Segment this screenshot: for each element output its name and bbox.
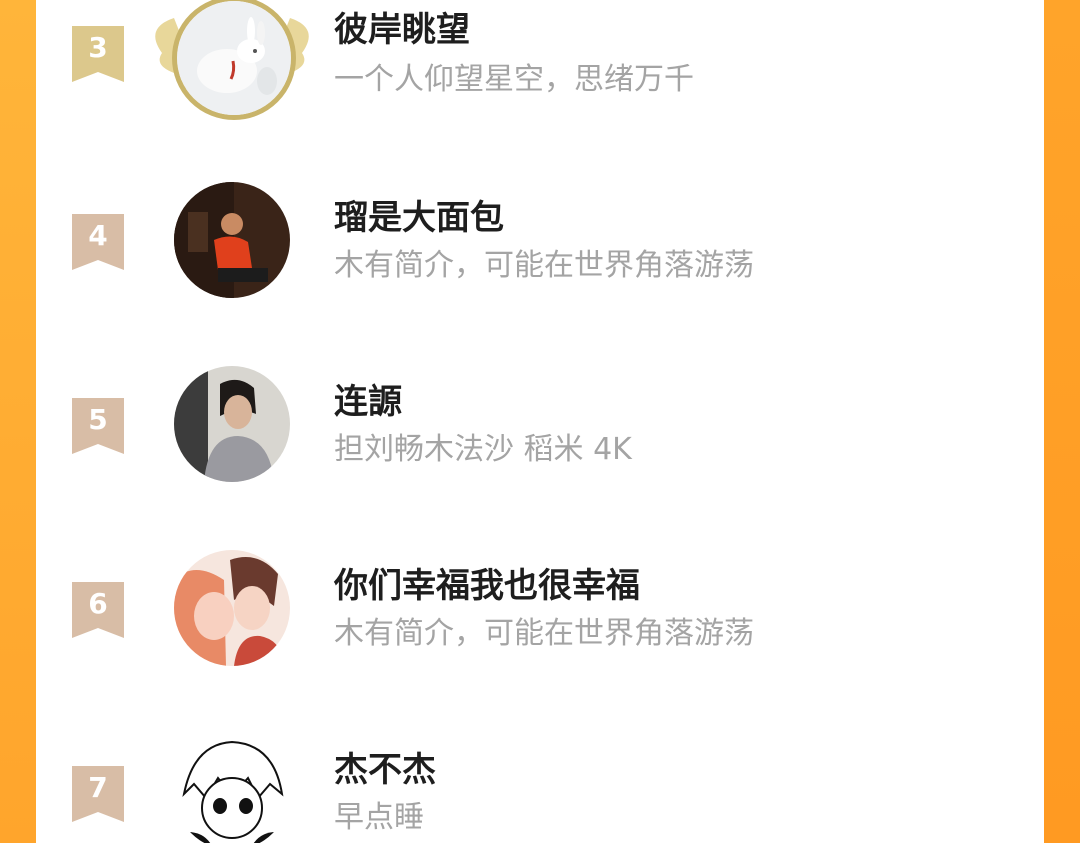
avatar[interactable] [174, 734, 290, 843]
list-item[interactable]: 7 杰不杰 早点睡 [36, 726, 1044, 843]
avatar[interactable] [174, 182, 290, 298]
list-item[interactable]: 5 连謜 担刘畅木法沙 稻米 4K [36, 358, 1044, 508]
rank-badge: 7 [72, 766, 124, 822]
list-item[interactable]: 4 瑠是大面包 木有简介，可能在世界角落游荡 [36, 174, 1044, 324]
anime-couple-avatar [174, 550, 290, 666]
rank-number: 3 [88, 31, 108, 64]
avatar[interactable] [174, 366, 290, 482]
user-bio: 早点睡 [334, 800, 424, 835]
rank-badge: 3 [72, 26, 124, 82]
rank-number: 5 [88, 403, 108, 436]
user-bio: 担刘畅木法沙 稻米 4K [334, 432, 632, 467]
user-name[interactable]: 你们幸福我也很幸福 [334, 564, 640, 608]
left-border [0, 0, 36, 843]
user-bio: 木有简介，可能在世界角落游荡 [334, 616, 754, 651]
rank-number: 7 [88, 771, 108, 804]
user-name[interactable]: 杰不杰 [334, 748, 436, 792]
ranking-list: 3 彼岸眺望 一个人仰望星空，思绪万千 4 瑠是大面包 木有简介，可能在世界角落… [36, 0, 1044, 843]
user-bio: 木有简介，可能在世界角落游荡 [334, 248, 754, 283]
avatar[interactable] [174, 550, 290, 666]
rank-badge: 6 [72, 582, 124, 638]
rank-number: 4 [88, 219, 108, 252]
user-name[interactable]: 彼岸眺望 [334, 8, 470, 52]
rank-badge: 5 [72, 398, 124, 454]
list-item[interactable]: 6 你们幸福我也很幸福 木有简介，可能在世界角落游荡 [36, 542, 1044, 692]
person-red-shirt-avatar [174, 182, 290, 298]
manga-boy-avatar [174, 734, 290, 843]
white-rabbit-avatar [177, 1, 291, 115]
right-border [1044, 0, 1080, 843]
rank-number: 6 [88, 587, 108, 620]
user-name[interactable]: 瑠是大面包 [334, 196, 504, 240]
list-item[interactable]: 3 彼岸眺望 一个人仰望星空，思绪万千 [36, 0, 1044, 140]
man-portrait-avatar [174, 366, 290, 482]
user-bio: 一个人仰望星空，思绪万千 [334, 62, 694, 97]
avatar[interactable] [172, 0, 296, 120]
user-name[interactable]: 连謜 [334, 380, 402, 424]
rank-badge: 4 [72, 214, 124, 270]
